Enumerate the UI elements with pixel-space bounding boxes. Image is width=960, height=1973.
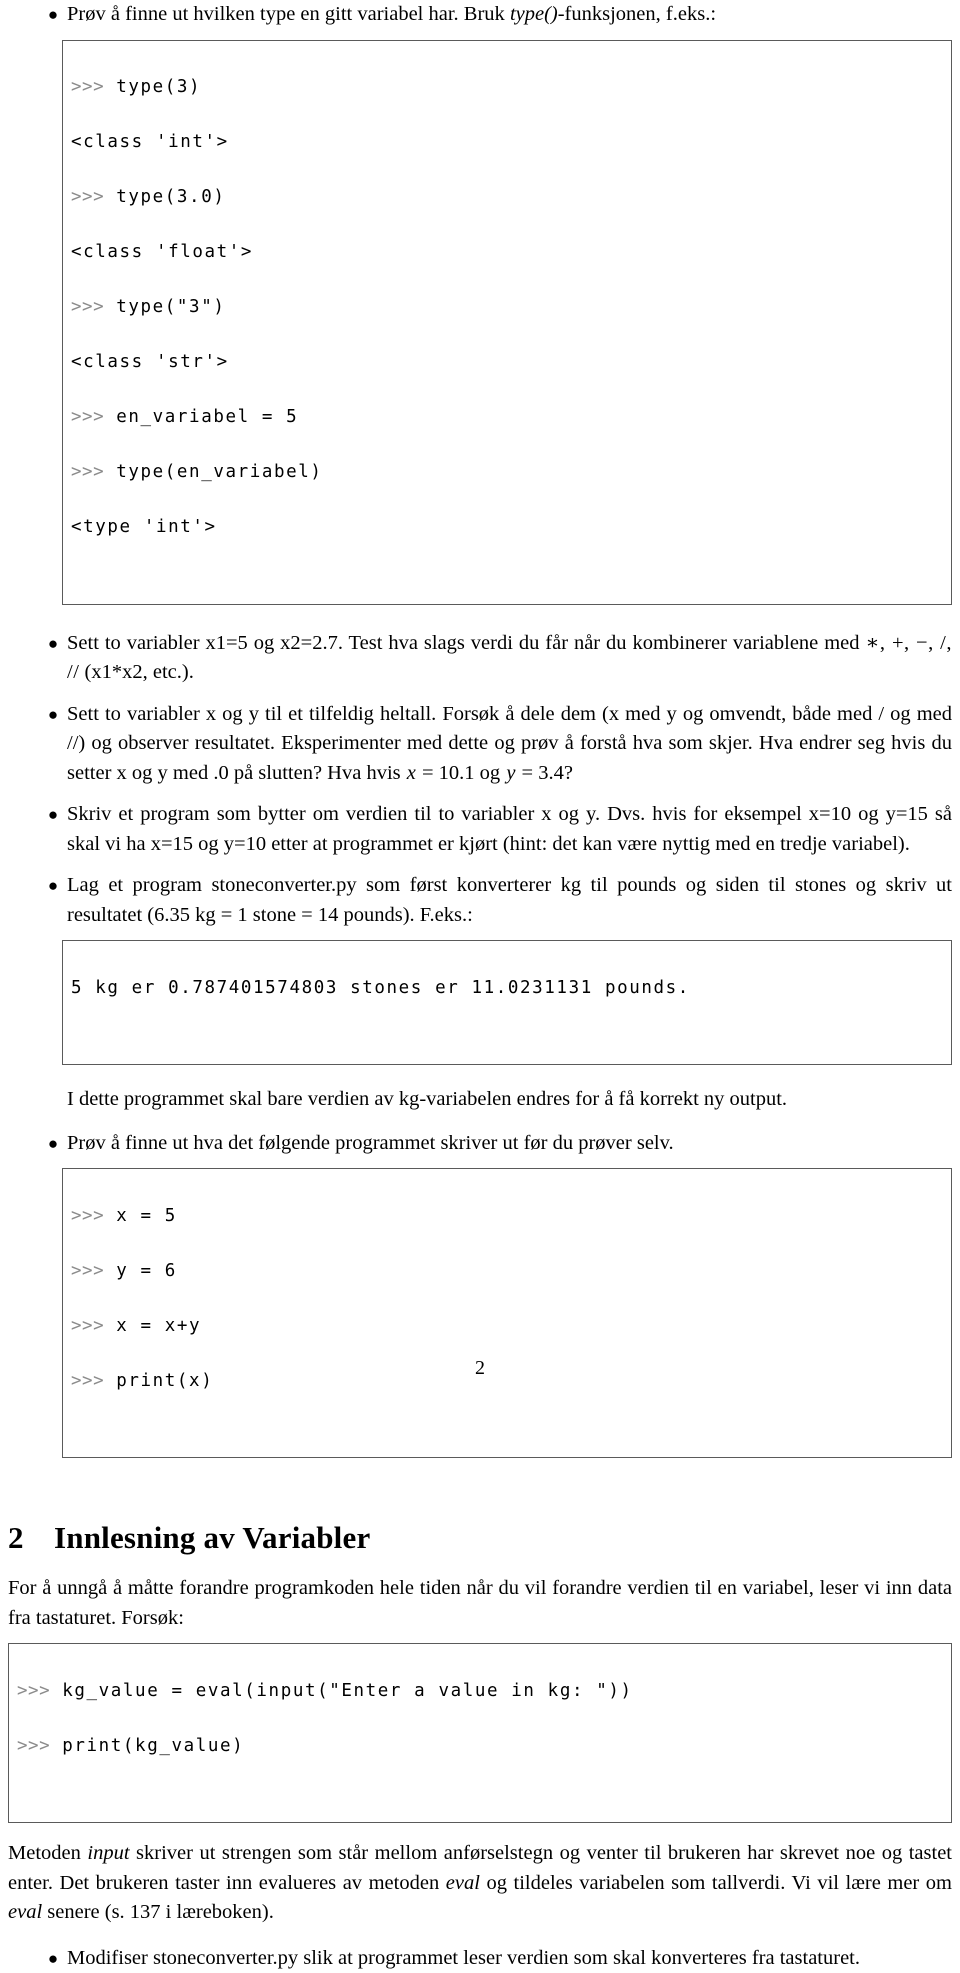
bullet-3-eq1: = 10.1 og — [417, 762, 505, 784]
code-text: type("3") — [104, 297, 225, 317]
code-text: x = x+y — [104, 1316, 201, 1336]
prompt-symbol: >>> — [17, 1736, 50, 1756]
exercise-list-top: ● Prøv å finne ut hvilken type en gitt va… — [4, 0, 956, 30]
code-line: 5 kg er 0.787401574803 stones er 11.0231… — [71, 975, 941, 1003]
bullet-marker: ● — [47, 700, 59, 730]
prompt-symbol: >>> — [71, 1206, 104, 1226]
bullet-marker: ● — [47, 1944, 59, 1973]
section-number: 2 — [8, 1518, 54, 1558]
prompt-symbol: >>> — [71, 1316, 104, 1336]
prompt-symbol: >>> — [71, 297, 104, 317]
code-line: >>> kg_value = eval(input("Enter a value… — [17, 1678, 941, 1706]
code-line: <type 'int'> — [71, 514, 941, 542]
explain-part-1: Metoden — [8, 1842, 87, 1864]
bullet-3-eq2: = 3.4? — [516, 762, 573, 784]
code-block-stone-output: 5 kg er 0.787401574803 stones er 11.0231… — [62, 940, 952, 1065]
bullet-marker: ● — [47, 0, 59, 30]
code-line: <class 'int'> — [71, 129, 941, 157]
list-item: ● Prøv å finne ut hvilken type en gitt va… — [4, 0, 952, 30]
code-line: >>> type("3") — [71, 294, 941, 322]
prompt-symbol: >>> — [17, 1681, 50, 1701]
code-line: >>> x = 5 — [71, 1203, 941, 1231]
list-item: ● Prøv å finne ut hva det følgende progra… — [4, 1129, 952, 1159]
prompt-symbol: >>> — [71, 187, 104, 207]
code-text: <class 'int'> — [71, 132, 229, 152]
list-item: ● Sett to variabler x1=5 og x2=2.7. Test … — [4, 629, 952, 688]
section-heading: 2Innlesning av Variabler — [8, 1518, 952, 1558]
bullet-5-text: Lag et program stoneconverter.py som før… — [67, 874, 952, 926]
prompt-symbol: >>> — [71, 77, 104, 97]
prompt-symbol: >>> — [71, 1261, 104, 1281]
code-text: <type 'int'> — [71, 517, 217, 537]
code-text: <class 'str'> — [71, 352, 229, 372]
prompt-symbol: >>> — [71, 407, 104, 427]
code-line: >>> type(en_variabel) — [71, 459, 941, 487]
bullet-2-line2-prefix: med — [824, 632, 865, 654]
code-text: type(en_variabel) — [104, 462, 322, 482]
bullet-2-line1: Sett to variabler x1=5 og x2=2.7. Test h… — [67, 632, 818, 654]
code-line: >>> type(3.0) — [71, 184, 941, 212]
explain-part-4: senere (s. 137 i læreboken). — [42, 1901, 274, 1923]
bullet-marker: ● — [47, 800, 59, 830]
list-item: ● Skriv et program som bytter om verdien … — [4, 800, 952, 859]
input-eval-explanation: Metoden input skriver ut strengen som st… — [8, 1839, 952, 1928]
list-item: ●Sett to variabler x og y til et tilfeld… — [4, 700, 952, 789]
bullet-1-text-before: Prøv å finne ut hvilken type en gitt var… — [67, 3, 510, 25]
code-text: 5 kg er 0.787401574803 stones er 11.0231… — [71, 978, 690, 998]
explain-italic-input: input — [87, 1842, 129, 1864]
code-line: <class 'str'> — [71, 349, 941, 377]
explain-italic-eval-2: eval — [8, 1901, 42, 1923]
bullet-marker: ● — [47, 871, 59, 901]
explain-italic-eval-1: eval — [446, 1872, 480, 1894]
bullet-1-text-after: -funksjonen, f.eks.: — [558, 3, 716, 25]
bullet-3-var-x: x — [406, 762, 417, 784]
explain-part-3: og tildeles variabelen som tallverdi. Vi… — [480, 1872, 952, 1894]
bullet-marker: ● — [47, 629, 59, 659]
code-block-swap-demo: >>> x = 5 >>> y = 6 >>> x = x+y >>> prin… — [62, 1168, 952, 1458]
list-item: ● Lag et program stoneconverter.py som fø… — [4, 871, 952, 930]
bullet-4-text: Skriv et program som bytter om verdien t… — [67, 803, 952, 855]
list-item: ● Modifiser stoneconverter.py slik at pro… — [4, 1944, 952, 1973]
code-line: >>> x = x+y — [71, 1313, 941, 1341]
code-text: x = 5 — [104, 1206, 177, 1226]
exercise-list-predict: ● Prøv å finne ut hva det følgende progra… — [4, 1129, 956, 1159]
exercise-list-bottom: ● Modifiser stoneconverter.py slik at pro… — [4, 1944, 956, 1973]
code-line: <class 'float'> — [71, 239, 941, 267]
code-text: en_variabel = 5 — [104, 407, 298, 427]
code-line: >>> en_variabel = 5 — [71, 404, 941, 432]
code-block-type-demo: >>> type(3) <class 'int'> >>> type(3.0) … — [62, 40, 952, 605]
section-title: Innlesning av Variabler — [54, 1520, 370, 1555]
section-intro-paragraph: For å unngå å måtte forandre programkode… — [8, 1574, 952, 1633]
stone-note-paragraph: I dette programmet skal bare verdien av … — [4, 1085, 952, 1115]
bullet-7-text: Modifiser stoneconverter.py slik at prog… — [67, 1947, 860, 1969]
bullet-2-line2-suffix: (x1*x2, etc.). — [79, 661, 193, 683]
bullet-6-text: Prøv å finne ut hva det følgende program… — [67, 1132, 674, 1154]
code-text: <class 'float'> — [71, 242, 253, 262]
code-text: type(3.0) — [104, 187, 225, 207]
code-line: >>> print(kg_value) — [17, 1733, 941, 1761]
code-line: >>> y = 6 — [71, 1258, 941, 1286]
exercise-list-middle: ● Sett to variabler x1=5 og x2=2.7. Test … — [4, 629, 956, 931]
code-line: >>> type(3) — [71, 74, 941, 102]
code-text: kg_value = eval(input("Enter a value in … — [50, 1681, 633, 1701]
bullet-3-var-y: y — [505, 762, 516, 784]
bullet-1-italic-term: type() — [510, 3, 558, 25]
code-text: print(kg_value) — [50, 1736, 244, 1756]
bullet-marker: ● — [47, 1129, 59, 1159]
code-text: type(3) — [104, 77, 201, 97]
prompt-symbol: >>> — [71, 462, 104, 482]
code-block-input-demo: >>> kg_value = eval(input("Enter a value… — [8, 1643, 952, 1823]
document-page: ● Prøv å finne ut hvilken type en gitt va… — [0, 0, 960, 1392]
page-number: 2 — [0, 1357, 960, 1380]
code-text: y = 6 — [104, 1261, 177, 1281]
